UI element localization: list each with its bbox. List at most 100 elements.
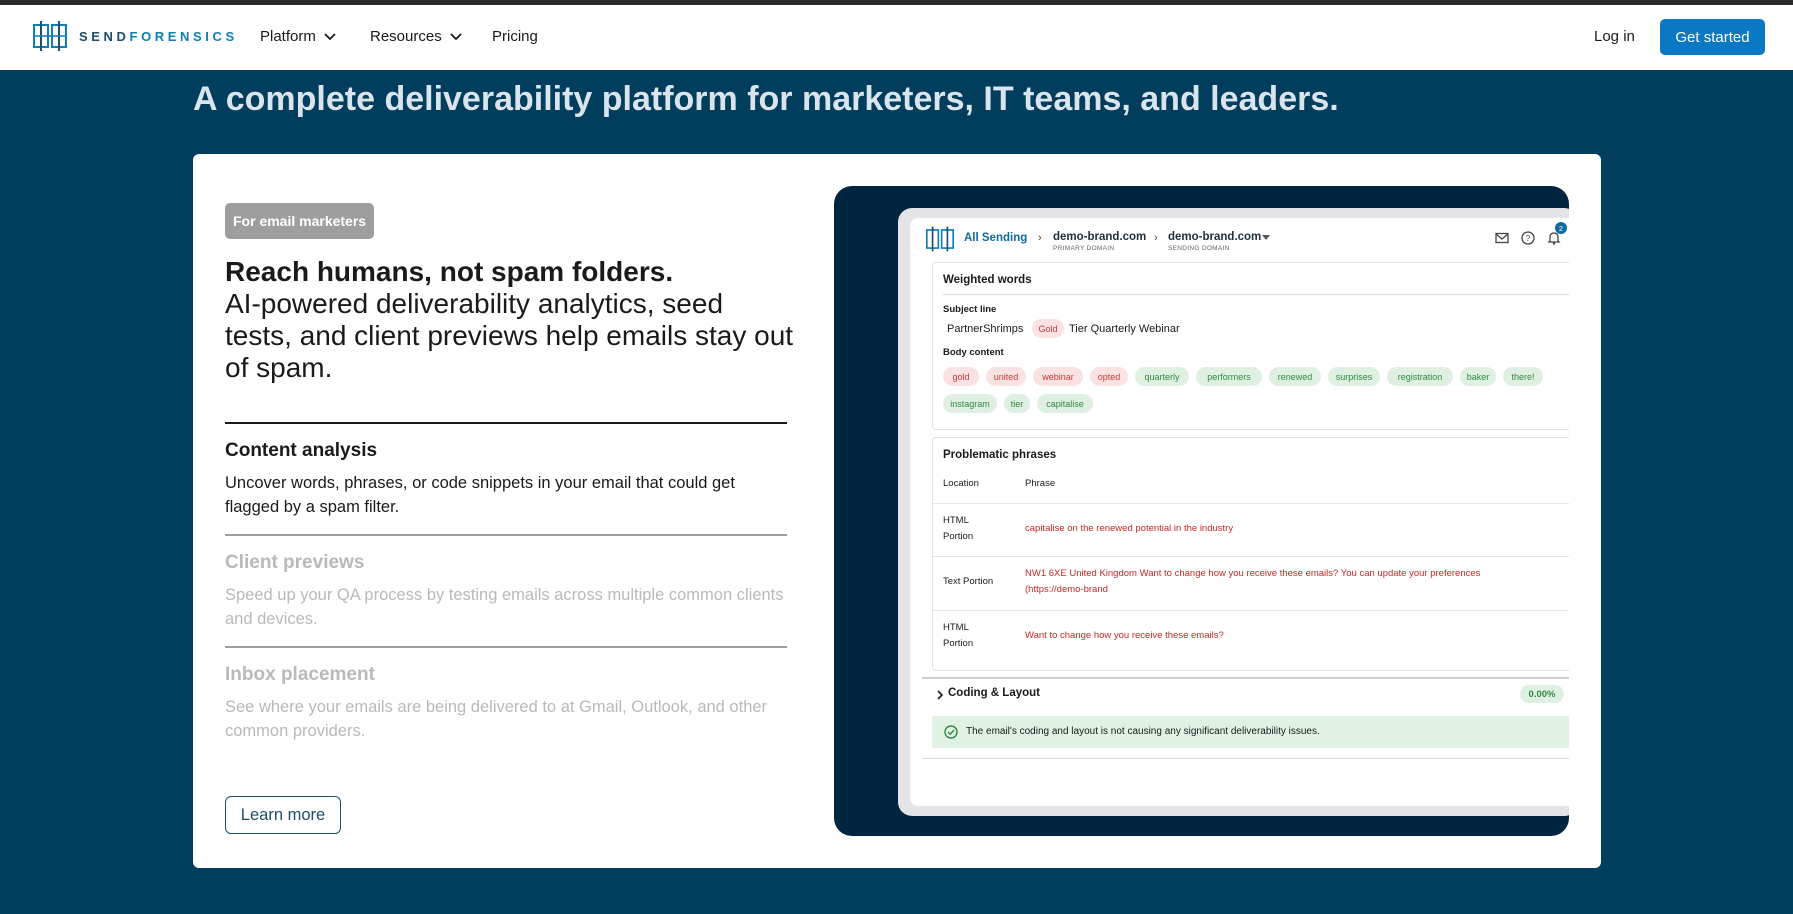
app-window-frame: All Sending › demo-brand.com PRIMARY DOM…: [898, 208, 1569, 816]
row-location-line: HTML: [943, 515, 969, 526]
weighted-chip: surprises: [1328, 367, 1380, 386]
weighted-chip: united: [986, 367, 1026, 386]
brand-logo[interactable]: SENDFORENSICS: [33, 21, 238, 51]
weighted-chip: baker: [1460, 367, 1496, 386]
audience-badge: For email marketers: [225, 203, 375, 239]
weighted-chip: there!: [1503, 367, 1543, 386]
row-location: Text Portion: [943, 576, 994, 587]
weighted-chip: tier: [1004, 394, 1030, 413]
notification-count-badge: 2: [1555, 222, 1567, 234]
login-link[interactable]: Log in: [1594, 28, 1635, 45]
row-location: HTML Portion: [943, 513, 973, 545]
feature-title: Client previews: [225, 552, 365, 573]
caret-down-icon[interactable]: [1262, 235, 1270, 241]
weighted-chip: quarterly: [1135, 367, 1189, 386]
row-location-line: HTML: [943, 622, 969, 633]
nav-resources[interactable]: Resources: [370, 28, 462, 45]
coding-score-badge: 0.00%: [1520, 685, 1564, 703]
weighted-chip: capitalise: [1037, 394, 1093, 413]
mail-icon[interactable]: [1494, 230, 1510, 246]
site-header: SENDFORENSICS Platform Resources Pricing…: [0, 5, 1793, 70]
app-logo-icon: [926, 226, 954, 252]
row-divider: [933, 503, 1569, 504]
subject-line-label: Subject line: [943, 304, 997, 315]
weighted-chip: renewed: [1269, 367, 1321, 386]
feature-item-inbox-placement[interactable]: Inbox placement See where your emails ar…: [225, 646, 787, 743]
nav-pricing-label: Pricing: [492, 28, 538, 45]
nav-platform-label: Platform: [260, 28, 316, 45]
weighted-chip: gold: [943, 367, 979, 386]
coding-layout-title[interactable]: Coding & Layout: [948, 687, 1040, 699]
row-location-line: Portion: [943, 638, 974, 649]
breadcrumb-primary-domain[interactable]: demo-brand.com: [1053, 231, 1146, 243]
problematic-phrases-section: Problematic phrases Location Phrase HTML…: [932, 437, 1569, 671]
row-phrase: capitalise on the renewed potential in t…: [1025, 523, 1234, 534]
feature-title: Inbox placement: [225, 664, 375, 685]
coding-status-text: The email's coding and layout is not cau…: [966, 726, 1320, 737]
feature-description: See where your emails are being delivere…: [225, 698, 768, 740]
row-location: HTML Portion: [943, 620, 973, 652]
row-phrase-line: NW1 6XE United Kingdom Want to change ho…: [1025, 568, 1481, 579]
weighted-chip: webinar: [1033, 367, 1083, 386]
chevron-right-icon: ›: [1038, 232, 1042, 244]
breadcrumb-sending-domain-label: SENDING DOMAIN: [1168, 245, 1230, 252]
feature-headline: Reach humans, not spam folders.: [225, 256, 674, 287]
weighted-chip: instagram: [943, 394, 997, 413]
breadcrumb-sending-domain[interactable]: demo-brand.com: [1168, 231, 1261, 243]
body-content-label: Body content: [943, 347, 1004, 358]
row-location-line: Portion: [943, 531, 974, 542]
brand-word-a: SEND: [79, 28, 130, 44]
row-divider: [933, 610, 1569, 611]
weighted-chip: Gold: [1032, 319, 1064, 338]
chevron-down-icon: [450, 32, 462, 40]
feature-subline: AI-powered deliverability analytics, see…: [225, 288, 794, 383]
brand-wordmark: SENDFORENSICS: [79, 29, 238, 44]
brand-word-b: FORENSICS: [129, 28, 238, 44]
learn-more-button[interactable]: Learn more: [225, 796, 341, 834]
feature-divider: [225, 422, 787, 424]
app-header: All Sending › demo-brand.com PRIMARY DOM…: [910, 218, 1569, 262]
feature-item-content-analysis[interactable]: Content analysis Uncover words, phrases,…: [225, 422, 787, 519]
chevron-right-icon: ›: [1154, 232, 1158, 244]
chevron-right-icon[interactable]: [936, 690, 944, 700]
hero-title: A complete deliverability platform for m…: [193, 80, 1339, 118]
feature-description: Uncover words, phrases, or code snippets…: [225, 474, 735, 516]
column-header-phrase: Phrase: [1025, 478, 1056, 489]
section-title: Problematic phrases: [943, 449, 1057, 461]
section-separator: [922, 758, 1569, 759]
weighted-chip: opted: [1090, 367, 1128, 386]
nav-platform[interactable]: Platform: [260, 28, 336, 45]
nav-pricing[interactable]: Pricing: [492, 28, 538, 45]
help-icon[interactable]: ?: [1520, 230, 1536, 246]
section-separator: [922, 677, 1569, 679]
feature-divider: [225, 646, 787, 648]
breadcrumb-all-sending[interactable]: All Sending: [964, 232, 1027, 244]
feature-description: Speed up your QA process by testing emai…: [225, 586, 784, 628]
weighted-words-section: Weighted words Subject line PartnerShrim…: [932, 262, 1569, 430]
weighted-chip: performers: [1196, 367, 1262, 386]
feature-divider: [225, 534, 787, 536]
svg-text:?: ?: [1526, 234, 1531, 243]
coding-status-banner: The email's coding and layout is not cau…: [932, 716, 1569, 748]
column-header-location: Location: [943, 478, 979, 489]
section-title: Weighted words: [943, 274, 1032, 286]
product-preview-panel: All Sending › demo-brand.com PRIMARY DOM…: [834, 186, 1569, 836]
section-divider: [943, 294, 1569, 295]
get-started-button[interactable]: Get started: [1660, 19, 1765, 55]
app-window: All Sending › demo-brand.com PRIMARY DOM…: [910, 218, 1569, 806]
feature-card: For email marketers Reach humans, not sp…: [193, 154, 1601, 868]
feature-item-client-previews[interactable]: Client previews Speed up your QA process…: [225, 534, 787, 631]
row-phrase: Want to change how you receive these ema…: [1025, 630, 1224, 641]
nav-resources-label: Resources: [370, 28, 442, 45]
check-circle-icon: [944, 725, 958, 739]
row-divider: [933, 556, 1569, 557]
row-phrase-line: (https://demo-brand: [1025, 584, 1108, 595]
subject-text-start: PartnerShrimps: [947, 323, 1024, 335]
weighted-chip: registration: [1387, 367, 1453, 386]
chevron-down-icon: [324, 32, 336, 40]
feature-title: Content analysis: [225, 440, 378, 461]
subject-text-end: Tier Quarterly Webinar: [1069, 323, 1180, 335]
breadcrumb-primary-domain-label: PRIMARY DOMAIN: [1053, 245, 1115, 252]
logo-mark-icon: [33, 21, 67, 51]
row-phrase: NW1 6XE United Kingdom Want to change ho…: [1025, 566, 1535, 598]
